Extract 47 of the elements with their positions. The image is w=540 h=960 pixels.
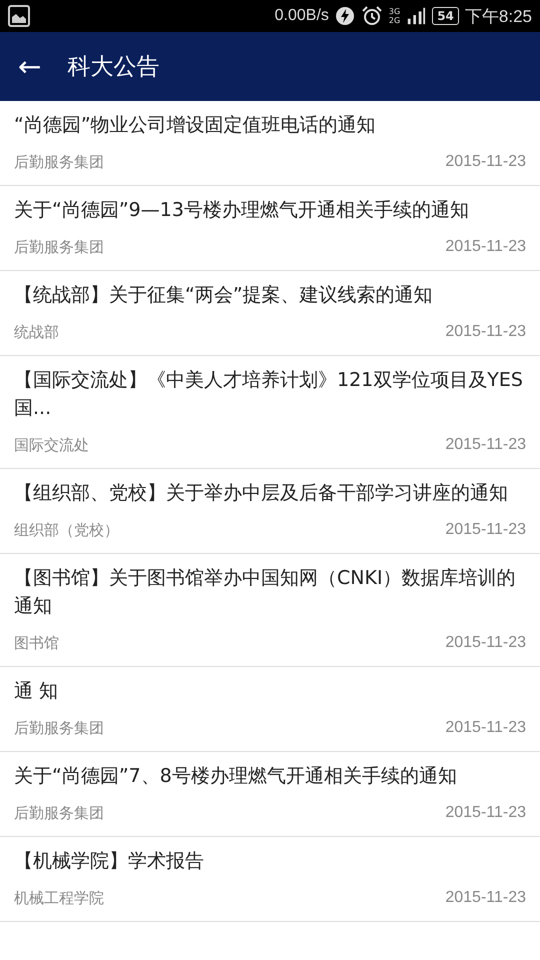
- notice-title: 【统战部】关于征集“两会”提案、建议线索的通知: [14, 283, 434, 308]
- notice-item[interactable]: 【统战部】关于征集“两会”提案、建议线索的通知 统战部 2015-11-23: [0, 271, 540, 356]
- notice-item[interactable]: 关于“尚德园”9—13号楼办理燃气开通相关手续的通知 后勤服务集团 2015-11-23: [0, 186, 540, 271]
- notice-title: 【国际交流处】《中美人才培养计划》121双学位项目及YES国...: [14, 368, 524, 421]
- notice-source: 后勤服务集团: [14, 152, 104, 173]
- notice-date: 2015-11-23: [445, 803, 526, 823]
- notice-item[interactable]: 【国际交流处】《中美人才培养计划》121双学位项目及YES国... 国际交流处 2015-11-23: [0, 356, 540, 469]
- battery-level: 54: [432, 7, 459, 25]
- notice-source: 后勤服务集团: [14, 803, 104, 824]
- signal-icon: [406, 5, 426, 27]
- page-title: 科大公告: [67, 53, 160, 82]
- notice-title: 【组织部、党校】关于举办中层及后备干部学习讲座的通知: [14, 481, 509, 506]
- notice-date: 2015-11-23: [445, 718, 526, 738]
- notice-item[interactable]: 关于“尚德园”7、8号楼办理燃气开通相关手续的通知 后勤服务集团 2015-11-23: [0, 752, 540, 837]
- notice-source: 后勤服务集团: [14, 237, 104, 258]
- clock: 下午8:25: [464, 6, 532, 28]
- back-button[interactable]: ←: [0, 46, 56, 86]
- notice-title: “尚德园”物业公司增设固定值班电话的通知: [14, 113, 377, 138]
- notice-source: 国际交流处: [14, 435, 89, 456]
- notice-item[interactable]: 【机械学院】学术报告 机械工程学院 2015-11-23: [0, 837, 540, 922]
- notice-date: 2015-11-23: [445, 633, 526, 653]
- notice-item[interactable]: 通 知 后勤服务集团 2015-11-23: [0, 667, 540, 752]
- notice-title: 关于“尚德园”7、8号楼办理燃气开通相关手续的通知: [14, 764, 458, 789]
- notice-source: 组织部（党校）: [14, 520, 119, 541]
- network-label: 2G: [388, 16, 400, 25]
- notice-title: 关于“尚德园”9—13号楼办理燃气开通相关手续的通知: [14, 198, 470, 223]
- notice-date: 2015-11-23: [445, 888, 526, 908]
- notice-source: 后勤服务集团: [14, 718, 104, 739]
- network-speed: 0.00B/s: [274, 7, 329, 25]
- alarm-icon: [360, 5, 383, 27]
- notice-title: 【图书馆】关于图书馆举办中国知网（CNKI）数据库培训的通知: [14, 566, 517, 619]
- notice-date: 2015-11-23: [445, 520, 526, 540]
- notice-title: 通 知: [14, 679, 60, 704]
- notice-source: 机械工程学院: [14, 888, 104, 909]
- notice-date: 2015-11-23: [445, 237, 526, 257]
- notice-title: 【机械学院】学术报告: [14, 849, 205, 874]
- notice-date: 2015-11-23: [445, 322, 526, 342]
- notice-item[interactable]: “尚德园”物业公司增设固定值班电话的通知 后勤服务集团 2015-11-23: [0, 101, 540, 186]
- notice-source: 图书馆: [14, 633, 59, 654]
- notice-date: 2015-11-23: [445, 152, 526, 172]
- notice-item[interactable]: 【图书馆】关于图书馆举办中国知网（CNKI）数据库培训的通知 图书馆 2015-11-23: [0, 554, 540, 667]
- lightning-icon: [334, 6, 355, 26]
- image-icon: [8, 5, 30, 27]
- notice-source: 统战部: [14, 322, 59, 343]
- network-label: 3G: [388, 7, 400, 16]
- notice-date: 2015-11-23: [445, 435, 526, 455]
- notice-item[interactable]: 【组织部、党校】关于举办中层及后备干部学习讲座的通知 组织部（党校） 2015-11-23: [0, 469, 540, 554]
